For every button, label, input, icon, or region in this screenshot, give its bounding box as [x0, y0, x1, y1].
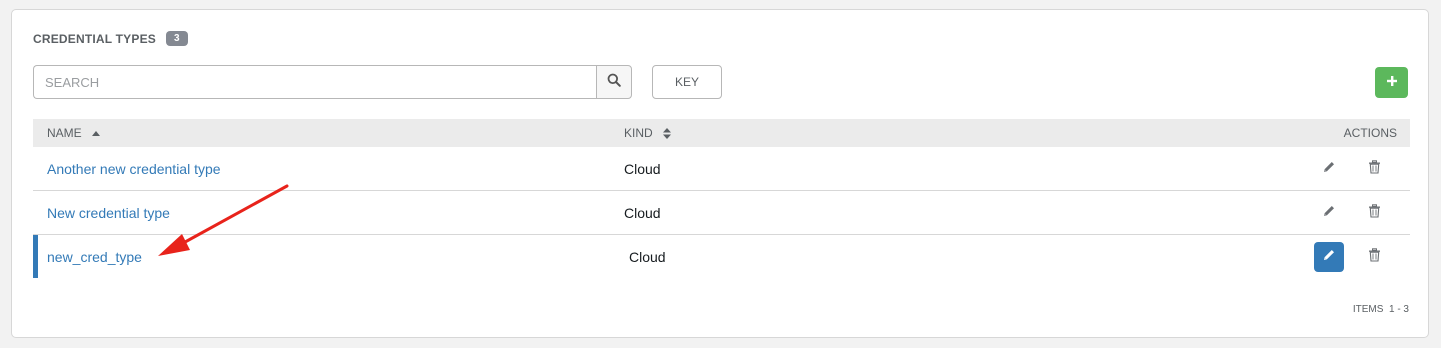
trash-icon [1368, 204, 1381, 221]
name-cell: New credential type [33, 205, 624, 221]
table-header: NAME KIND ACTIONS [33, 119, 1410, 147]
column-header-name[interactable]: NAME [33, 126, 624, 140]
search-input[interactable] [33, 65, 596, 99]
pagination-label: ITEMS [1352, 304, 1384, 315]
delete-button[interactable] [1359, 242, 1389, 272]
kind-cell: Cloud [624, 204, 661, 221]
credential-type-link[interactable]: New credential type [47, 205, 170, 221]
search-button[interactable] [596, 65, 632, 99]
trash-icon [1368, 160, 1381, 177]
table-row: Another new credential type Cloud [33, 147, 1410, 191]
plus-icon [1386, 74, 1398, 92]
credential-types-table: NAME KIND ACTIONS Another new credential… [33, 119, 1410, 278]
pagination-range: 1 - 3 [1388, 304, 1409, 315]
page-title: CREDENTIAL TYPES [33, 31, 156, 46]
search-icon [607, 73, 621, 92]
sort-icon [662, 127, 671, 139]
edit-button[interactable] [1314, 241, 1344, 272]
kind-cell: Cloud [629, 248, 666, 265]
column-header-name-label: NAME [47, 126, 82, 140]
search-bar [33, 65, 632, 99]
credential-types-panel: CREDENTIAL TYPES 3 KEY NAME KIND [11, 9, 1429, 338]
actions-cell [1270, 198, 1410, 228]
column-header-kind[interactable]: KIND [624, 126, 1270, 140]
count-badge: 3 [166, 31, 188, 46]
delete-button[interactable] [1359, 198, 1389, 228]
pagination-info: ITEMS 1 - 3 [1353, 304, 1409, 315]
pencil-icon [1322, 160, 1336, 177]
pencil-icon [1322, 248, 1336, 265]
actions-cell [1270, 154, 1410, 184]
column-header-kind-label: KIND [624, 126, 653, 140]
pencil-icon [1322, 204, 1336, 221]
table-row-selected: new_cred_type Cloud [33, 235, 1410, 278]
trash-icon [1368, 248, 1381, 265]
name-cell: new_cred_type [38, 249, 629, 265]
name-cell: Another new credential type [33, 161, 624, 177]
column-header-actions: ACTIONS [1343, 126, 1397, 140]
caret-up-icon [91, 130, 100, 136]
table-row: New credential type Cloud [33, 191, 1410, 235]
credential-type-link[interactable]: Another new credential type [47, 161, 221, 177]
panel-header: CREDENTIAL TYPES 3 [33, 31, 188, 46]
credential-type-link[interactable]: new_cred_type [47, 249, 142, 265]
kind-cell: Cloud [624, 160, 661, 177]
edit-button[interactable] [1314, 154, 1344, 184]
edit-button[interactable] [1314, 198, 1344, 228]
actions-cell [1270, 241, 1410, 272]
key-button[interactable]: KEY [652, 65, 722, 99]
delete-button[interactable] [1359, 154, 1389, 184]
add-credential-type-button[interactable] [1375, 67, 1408, 98]
